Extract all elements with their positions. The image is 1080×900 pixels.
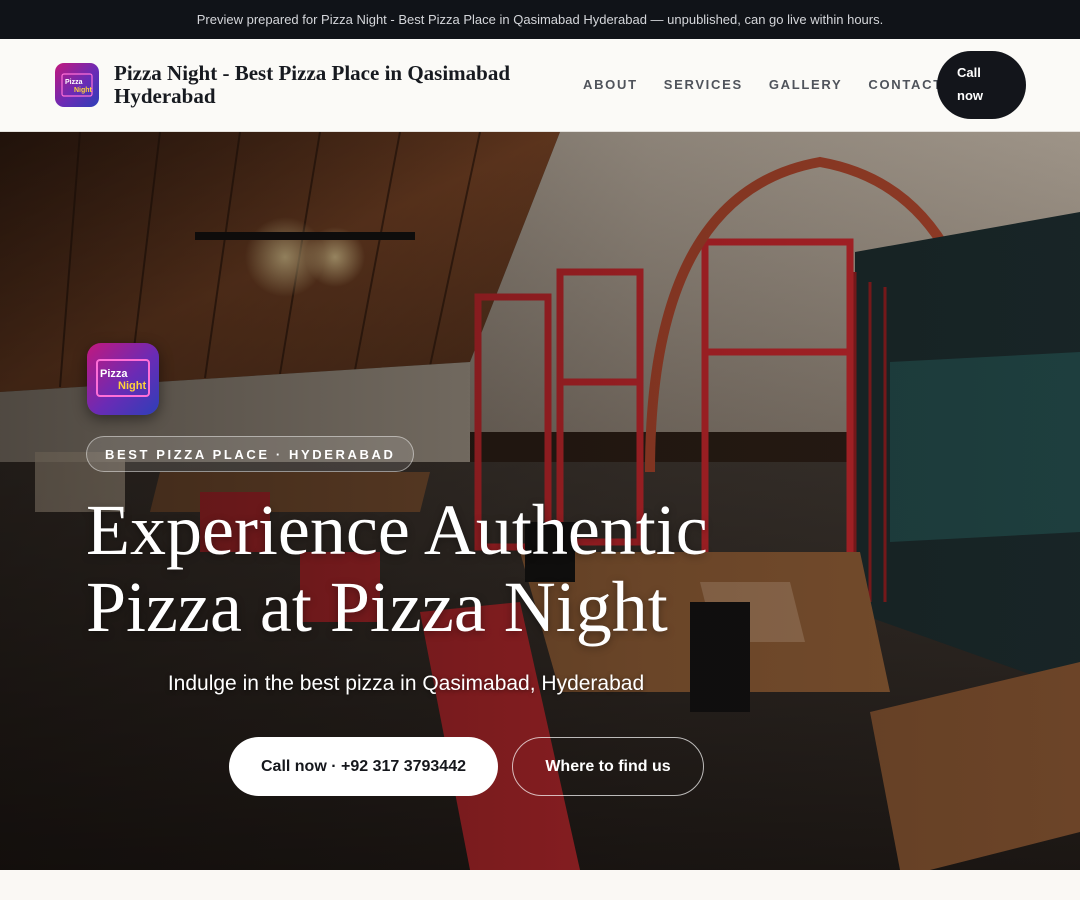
nav-item-about[interactable]: ABOUT [583,77,638,92]
main-nav: ABOUT SERVICES GALLERY CONTACT [583,77,943,92]
hero-location-button[interactable]: Where to find us [512,737,704,796]
hero-call-button[interactable]: Call now · +92 317 3793442 [229,737,498,796]
site-header: Pizza Night Pizza Night - Best Pizza Pla… [0,39,1080,132]
nav-item-gallery[interactable]: GALLERY [769,77,843,92]
preview-banner-text: Preview prepared for Pizza Night - Best … [196,12,884,27]
svg-text:Night: Night [118,380,146,392]
preview-banner: Preview prepared for Pizza Night - Best … [0,0,1080,39]
svg-text:Pizza: Pizza [65,79,83,86]
hero-headline: Experience Authentic Pizza at Pizza Nigh… [86,490,708,647]
next-section [0,870,1080,900]
brand-name[interactable]: Pizza Night - Best Pizza Place in Qasima… [114,62,554,108]
nav-item-services[interactable]: SERVICES [664,77,743,92]
brand-logo[interactable]: Pizza Night [55,63,99,107]
hero-subline: Indulge in the best pizza in Qasimabad, … [167,672,645,695]
header-call-button[interactable]: Call now [937,51,1026,119]
svg-text:Pizza: Pizza [100,368,128,380]
hero-eyebrow-badge: BEST PIZZA PLACE · HYDERABAD [86,436,415,472]
nav-item-contact[interactable]: CONTACT [868,77,942,92]
svg-text:Night: Night [74,87,93,94]
hero-logo: Pizza Night [87,343,159,415]
hero-section: Pizza Night BEST PIZZA PLACE · HYDERABAD… [0,132,1080,870]
